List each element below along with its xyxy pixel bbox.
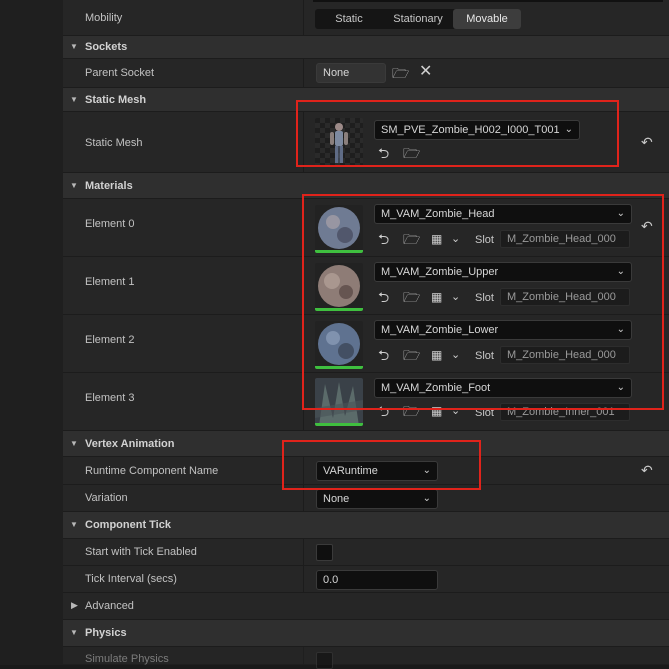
element-label: Element 0: [85, 218, 135, 230]
column-divider: [303, 539, 304, 565]
category-title: Sockets: [85, 41, 128, 53]
start-with-tick-checkbox[interactable]: [316, 544, 333, 561]
column-divider: [303, 59, 304, 87]
expand-arrow-icon: ▼: [70, 520, 78, 529]
parent-socket-field[interactable]: None: [316, 63, 386, 83]
tick-interval-input[interactable]: 0.0: [316, 570, 438, 590]
expand-arrow-icon: ▼: [70, 42, 78, 51]
expand-arrow-icon: ▼: [70, 95, 78, 104]
annotation-box-materials: [302, 194, 664, 410]
variation-combo[interactable]: None ⌄: [316, 489, 438, 509]
column-divider: [303, 0, 304, 35]
annotation-box-static-mesh: [296, 100, 619, 167]
column-divider: [303, 647, 304, 664]
category-title: Static Mesh: [85, 94, 147, 106]
tick-interval-value: 0.0: [323, 574, 339, 586]
mobility-row: Mobility Static Stationary Movable: [63, 0, 669, 36]
category-sockets[interactable]: ▼ Sockets: [63, 36, 669, 59]
element-label: Element 2: [85, 334, 135, 346]
static-mesh-label: Static Mesh: [85, 137, 143, 149]
category-title: Vertex Animation: [85, 438, 175, 450]
annotation-box-runtime-component: [282, 440, 481, 490]
variation-label: Variation: [85, 492, 128, 504]
mobility-option-stationary[interactable]: Stationary: [383, 9, 453, 29]
reset-to-default-icon[interactable]: ↶: [641, 134, 653, 151]
reset-to-default-icon[interactable]: ↶: [641, 462, 653, 479]
runtime-component-label: Runtime Component Name: [85, 465, 219, 477]
expand-arrow-icon: ▼: [70, 628, 78, 637]
expand-arrow-right-icon: ▶: [71, 600, 78, 610]
mobility-top-fields: [313, 0, 663, 2]
browse-folder-icon[interactable]: 🗁: [392, 65, 409, 81]
material-usage-bar: [315, 423, 363, 426]
simulate-physics-row: Simulate Physics: [63, 647, 669, 669]
start-with-tick-label: Start with Tick Enabled: [85, 546, 197, 558]
tick-interval-label: Tick Interval (secs): [85, 573, 177, 585]
simulate-physics-label: Simulate Physics: [85, 653, 169, 665]
parent-socket-row: Parent Socket None 🗁 ✕: [63, 59, 669, 88]
parent-socket-label: Parent Socket: [85, 67, 155, 79]
start-with-tick-row: Start with Tick Enabled: [63, 539, 669, 566]
expand-arrow-icon: ▼: [70, 181, 78, 190]
mobility-segmented-control: Static Stationary Movable: [315, 9, 521, 29]
tick-interval-row: Tick Interval (secs) 0.0: [63, 566, 669, 593]
category-title: Physics: [85, 627, 127, 639]
clear-icon[interactable]: ✕: [419, 64, 432, 80]
category-component-tick[interactable]: ▼ Component Tick: [63, 512, 669, 539]
category-physics[interactable]: ▼ Physics: [63, 620, 669, 647]
viewport-edge: [0, 0, 63, 665]
parent-socket-value: None: [323, 67, 350, 79]
variation-value: None: [323, 493, 350, 505]
element-label: Element 3: [85, 392, 135, 404]
mobility-label: Mobility: [85, 12, 123, 24]
column-divider: [303, 566, 304, 592]
advanced-row[interactable]: ▶ Advanced: [63, 593, 669, 620]
simulate-physics-checkbox[interactable]: [316, 652, 333, 669]
advanced-label: Advanced: [85, 600, 134, 612]
mobility-option-static[interactable]: Static: [315, 9, 383, 29]
element-label: Element 1: [85, 276, 135, 288]
category-title: Component Tick: [85, 519, 171, 531]
mobility-option-movable[interactable]: Movable: [453, 9, 521, 29]
expand-arrow-icon: ▼: [70, 439, 78, 448]
chevron-down-icon: ⌄: [422, 493, 431, 504]
category-title: Materials: [85, 180, 133, 192]
